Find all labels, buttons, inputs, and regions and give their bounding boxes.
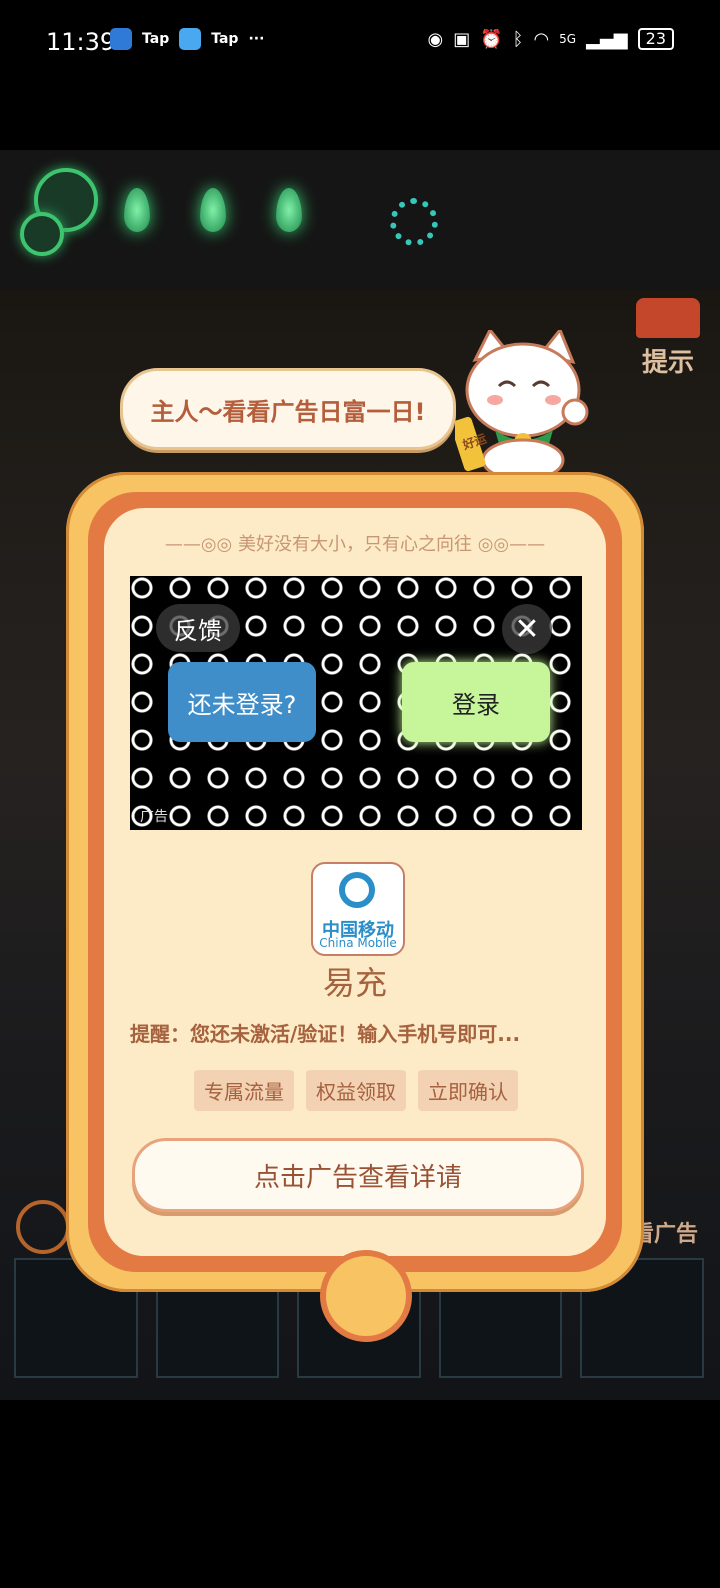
alarm-icon: ⏰: [480, 28, 503, 50]
nfc-icon: ▣: [453, 28, 471, 50]
ad-dialog-motto: ——◎◎ 美好没有大小，只有心之向往 ◎◎——: [104, 530, 606, 556]
speech-bubble-text: 主人～看看广告日富一日!: [150, 397, 426, 426]
tap-label-2: Tap: [211, 31, 239, 47]
speech-bubble: 主人～看看广告日富一日!: [120, 368, 456, 450]
close-icon[interactable]: ✕: [502, 604, 552, 654]
ghost-flame-icon-2: [200, 188, 226, 232]
network-type: 5G: [559, 32, 577, 46]
game-top-bar: [0, 150, 720, 290]
motto-ornament-left: ——◎◎: [164, 534, 238, 555]
logo-text-en: China Mobile: [319, 936, 397, 950]
status-time: 11:39: [46, 28, 116, 56]
ad-not-logged-in-button[interactable]: 还未登录?: [168, 662, 316, 742]
frame-ornament: [320, 1250, 412, 1342]
status-left-icons: Tap Tap ···: [110, 28, 264, 50]
ghost-flame-icon-3: [276, 188, 302, 232]
bluetooth-icon: ᛒ: [512, 28, 524, 50]
magnifier-icon[interactable]: [16, 1200, 70, 1254]
hint-button[interactable]: 提示: [628, 290, 708, 390]
wifi-icon: ◠: [533, 28, 550, 50]
ghost-flame-icon-1: [124, 188, 150, 232]
reader-notification-icon: [179, 28, 202, 50]
tap-label-1: Tap: [142, 31, 170, 47]
advertiser-logo[interactable]: 中国移动 China Mobile: [311, 862, 405, 956]
view-ad-details-button[interactable]: 点击广告查看详请: [132, 1138, 584, 1212]
ad-login-button[interactable]: 登录: [402, 662, 550, 742]
hint-label: 提示: [641, 348, 694, 378]
status-right-icons: ◉ ▣ ⏰ ᛒ ◠ 5G ▂▄▆ 23: [427, 28, 674, 50]
status-bar: 11:39 Tap Tap ··· ◉ ▣ ⏰ ᛒ ◠ 5G ▂▄▆ 23: [0, 0, 720, 84]
ad-tag: 权益领取: [306, 1070, 406, 1111]
ad-tags: 专属流量 权益领取 立即确认: [130, 1070, 582, 1111]
motto-ornament-right: ◎◎——: [477, 534, 546, 555]
battery-icon: 23: [637, 28, 674, 50]
ad-tag: 立即确认: [418, 1070, 518, 1111]
ad-tag-label: 广告: [140, 809, 168, 825]
motto-text: 美好没有大小，只有心之向往: [237, 534, 472, 555]
lucky-cat-mascot: 好运: [455, 330, 589, 480]
coin-icon-small: [20, 212, 64, 256]
app-notification-icon: [110, 28, 132, 50]
advertiser-app-name: 易充: [322, 964, 387, 1002]
book-icon: [636, 298, 700, 338]
china-mobile-logo-icon: [339, 872, 375, 908]
ad-description: 提醒：您还未激活/验证！输入手机号即可...: [130, 1022, 521, 1046]
signal-icon: ▂▄▆: [586, 28, 628, 50]
feedback-button[interactable]: 反馈: [156, 604, 240, 652]
settings-gear-icon[interactable]: [390, 198, 438, 246]
eye-icon: ◉: [427, 28, 444, 50]
more-notifications-icon: ···: [248, 31, 265, 47]
ad-tag: 专属流量: [194, 1070, 294, 1111]
